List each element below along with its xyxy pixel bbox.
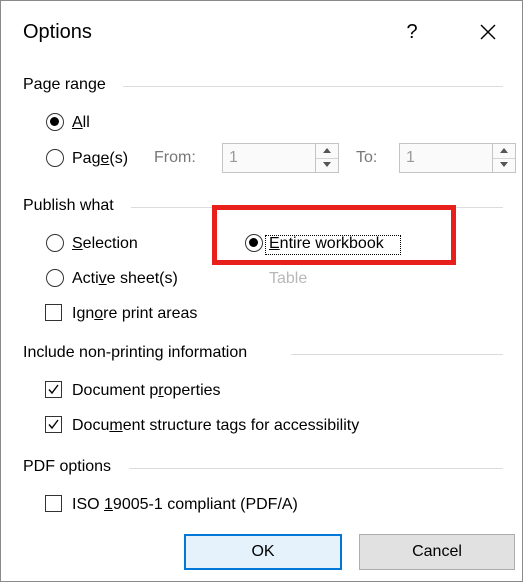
checkbox-iso-compliant[interactable] — [45, 495, 62, 512]
radio-entire-workbook[interactable] — [245, 234, 263, 252]
checkbox-iso-compliant-label: ISO 19005-1 compliant (PDF/A) — [72, 496, 298, 513]
from-spin-down-button[interactable] — [316, 158, 338, 172]
to-value: 1 — [406, 149, 415, 166]
non-printing-header: Include non-printing information — [23, 344, 248, 361]
checkbox-structure-tags[interactable] — [45, 416, 62, 433]
radio-table-label: Table — [269, 270, 308, 287]
checkmark-icon — [48, 384, 59, 395]
group-divider — [291, 354, 503, 355]
checkbox-document-properties[interactable] — [45, 381, 62, 398]
radio-active-sheets[interactable] — [46, 269, 64, 287]
from-spin-up-button[interactable] — [316, 144, 338, 159]
radio-pages-label: Page(s) — [72, 150, 129, 167]
close-button[interactable] — [473, 17, 503, 47]
options-dialog: Options ? Page range All Page(s) From: 1… — [0, 0, 523, 582]
pdf-options-header: PDF options — [23, 458, 112, 475]
from-spin-buttons — [315, 144, 338, 172]
radio-selection[interactable] — [46, 234, 64, 252]
to-spin-down-button[interactable] — [493, 158, 515, 172]
cancel-button[interactable]: Cancel — [359, 534, 515, 570]
radio-all-label: All — [72, 114, 90, 131]
triangle-up-icon — [500, 148, 508, 153]
checkbox-ignore-print-areas-label: Ignore print areas — [72, 305, 198, 322]
radio-entire-workbook-label: Entire workbook — [269, 235, 384, 252]
checkbox-document-properties-label: Document properties — [72, 382, 221, 399]
radio-pages[interactable] — [46, 149, 64, 167]
radio-active-sheets-label: Active sheet(s) — [72, 270, 178, 287]
ok-button[interactable]: OK — [184, 534, 342, 570]
checkbox-structure-tags-label: Document structure tags for accessibilit… — [72, 417, 360, 434]
from-value: 1 — [229, 149, 238, 166]
close-icon — [480, 24, 496, 40]
title-bar: Options ? — [1, 1, 522, 65]
page-range-header: Page range — [23, 76, 106, 93]
triangle-down-icon — [500, 162, 508, 167]
radio-all[interactable] — [46, 113, 64, 131]
group-divider — [123, 86, 503, 87]
checkmark-icon — [48, 419, 59, 430]
to-spin-buttons — [492, 144, 515, 172]
from-label: From: — [154, 149, 196, 166]
help-button[interactable]: ? — [399, 17, 425, 47]
radio-selection-label: Selection — [72, 235, 138, 252]
to-label: To: — [356, 149, 378, 166]
triangle-down-icon — [323, 162, 331, 167]
to-spin-up-button[interactable] — [493, 144, 515, 159]
from-spinner[interactable]: 1 — [222, 143, 339, 173]
dialog-title: Options — [23, 21, 92, 43]
checkbox-ignore-print-areas[interactable] — [45, 304, 62, 321]
to-spinner[interactable]: 1 — [399, 143, 516, 173]
triangle-up-icon — [323, 148, 331, 153]
publish-what-header: Publish what — [23, 197, 114, 214]
group-divider — [129, 468, 503, 469]
